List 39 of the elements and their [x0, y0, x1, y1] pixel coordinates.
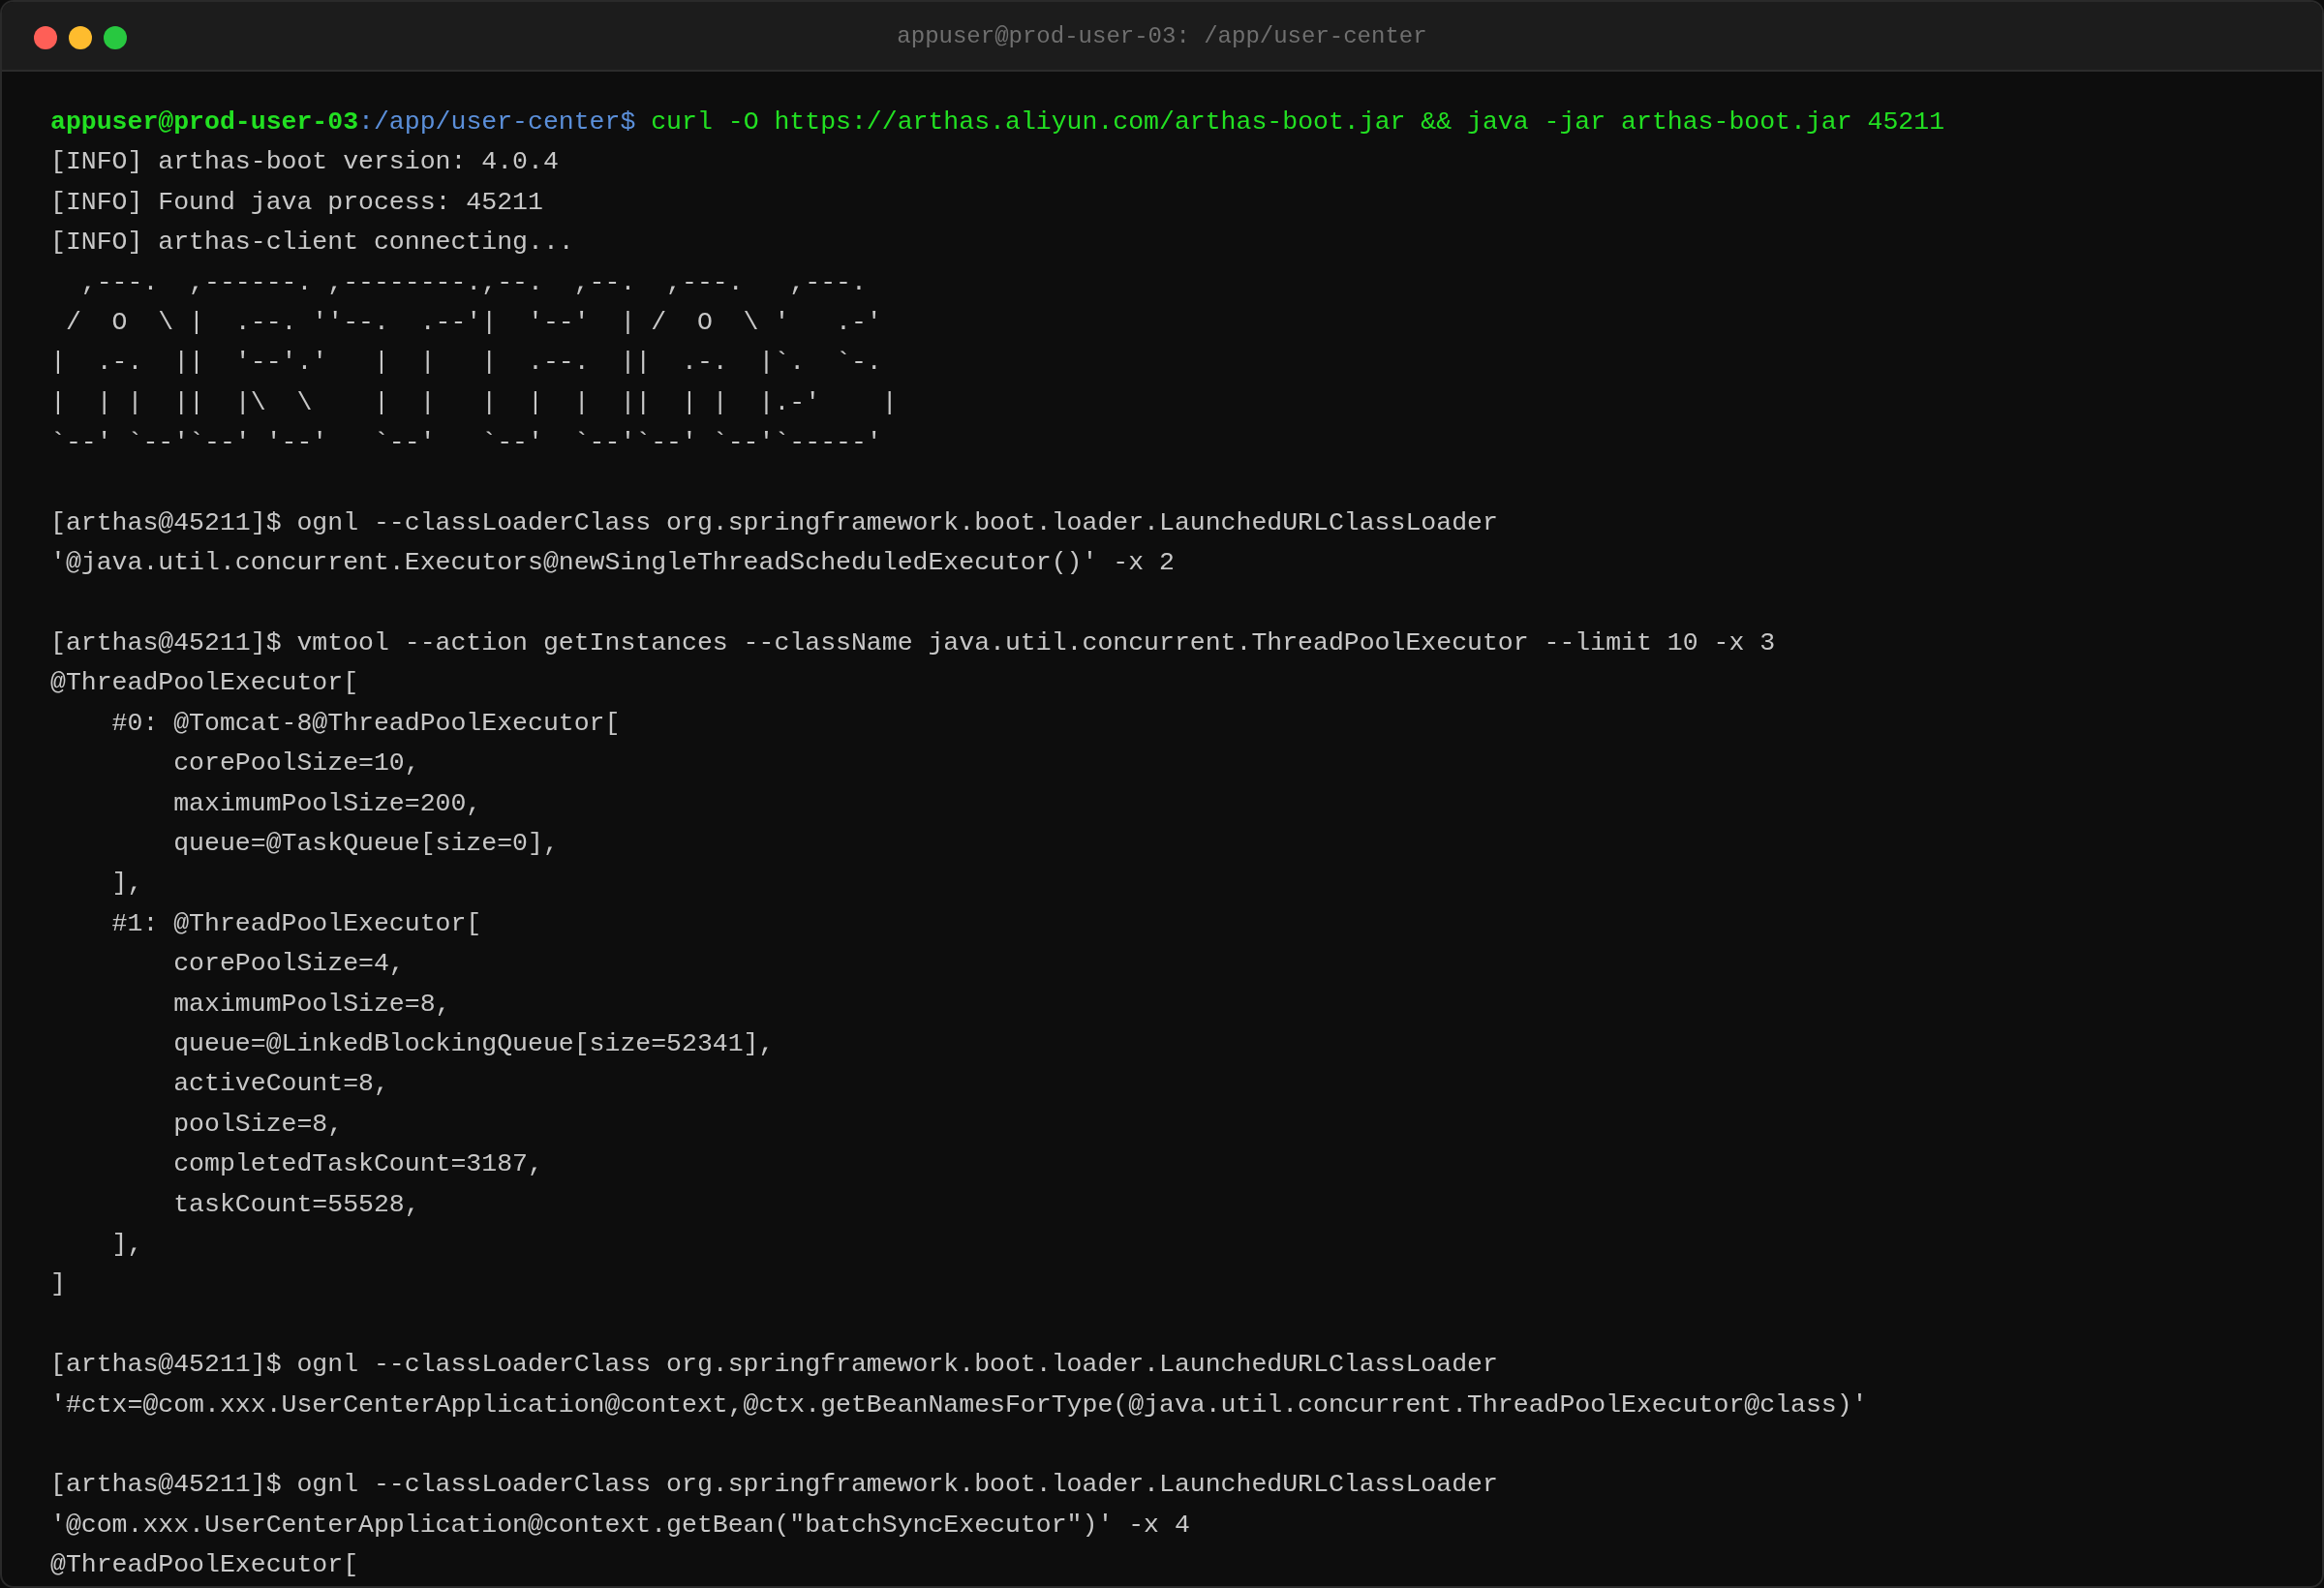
output-line: ] [50, 1269, 66, 1299]
output-line: corePoolSize=10, [172, 748, 420, 779]
close-icon[interactable] [34, 26, 57, 49]
output-line: @ThreadPoolExecutor[ [50, 1550, 359, 1580]
output-line: corePoolSize=4, [172, 949, 405, 979]
output-line: activeCount=8, [172, 1069, 389, 1099]
output-line: [INFO] arthas-client connecting... [50, 228, 574, 258]
output-line: queue=@LinkedBlockingQueue[size=52341], [172, 1029, 775, 1058]
command-text: curl -O https://arthas.aliyun.com/arthas-boot.jar && java -jar arthas-boot.jar 45211 [651, 107, 1945, 137]
output-line: ], [110, 1229, 143, 1259]
output-line: maximumPoolSize=200, [172, 788, 482, 818]
output-line: / O \ | .--. ''--. .--'| '--' | / O \ ' .-' [64, 307, 882, 337]
output-line: #0: @Tomcat-8@ThreadPoolExecutor[ [110, 708, 621, 738]
output-line: poolSize=8, [172, 1109, 344, 1139]
window-title: appuser@prod-user-03: /app/user-center [897, 22, 1427, 51]
minimize-icon[interactable] [69, 26, 92, 49]
output-line: taskCount=55528, [172, 1189, 420, 1219]
output-line: ], [110, 869, 143, 899]
output-line: [arthas@45211]$ vmtool --action getInstances --className java.util.concurrent.ThreadPoolExecutor --limit 10 -x 3 [50, 628, 1776, 658]
output-line: [INFO] arthas-boot version: 4.0.4 [50, 147, 559, 177]
output-line: | | | || |\ \ | | | | | || | | |.-' | [50, 387, 898, 417]
output-line: [arthas@45211]$ ognl --classLoaderClass org.springframework.boot.loader.LaunchedURLClassLoader [50, 1470, 1498, 1500]
output-line: [arthas@45211]$ ognl --classLoaderClass org.springframework.boot.loader.LaunchedURLClassLoader [50, 507, 1498, 537]
maximize-icon[interactable] [104, 26, 127, 49]
output-line: #1: @ThreadPoolExecutor[ [110, 908, 482, 938]
output-line: '@com.xxx.UserCenterApplication@context.getBean("batchSyncExecutor")' -x 4 [50, 1510, 1190, 1540]
output-line: ,---. ,------. ,--------.,--. ,--. ,---. ,---. [79, 267, 867, 297]
output-line: | .-. || '--'.' | | | .--. || .-. |`. `-. [50, 348, 882, 378]
output-line: [INFO] Found java process: 45211 [50, 187, 543, 217]
output-line: [arthas@45211]$ ognl --classLoaderClass org.springframework.boot.loader.LaunchedURLClassLoader [50, 1350, 1498, 1380]
output-line: '@java.util.concurrent.Executors@newSingleThreadScheduledExecutor()' -x 2 [50, 548, 1175, 578]
output-line: @ThreadPoolExecutor[ [50, 668, 359, 698]
prompt-path: :/app/user-center$ [358, 107, 636, 137]
prompt-user: appuser@prod-user-03 [50, 107, 359, 137]
output-line: queue=@TaskQueue[size=0], [172, 829, 559, 859]
output-line: maximumPoolSize=8, [172, 989, 451, 1019]
output-line: '#ctx=@com.xxx.UserCenterApplication@context,@ctx.getBeanNamesForType(@java.util.concurrent.ThreadPoolExecutor@class)' [50, 1390, 1868, 1420]
output-line: completedTaskCount=3187, [172, 1149, 543, 1179]
output-line: `--' `--'`--' '--' `--' `--' `--'`--' `--'`-----' [50, 428, 882, 458]
